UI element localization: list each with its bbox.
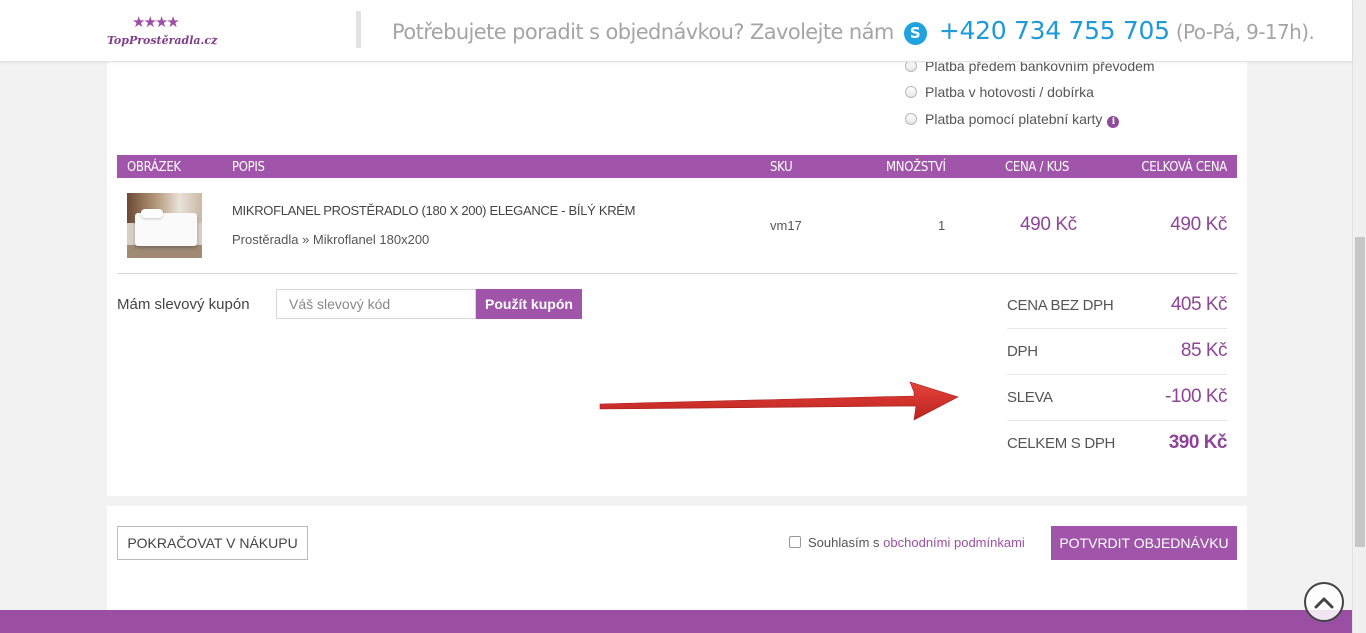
summary-row-discount: SLEVA -100 Kč (1007, 375, 1227, 421)
header-divider (356, 11, 361, 48)
product-sku: vm17 (770, 218, 802, 233)
payment-option-card[interactable]: Platba pomocí platební karty i (905, 111, 1120, 128)
chevron-up-icon (1314, 597, 1334, 609)
summary-total-value: 390 Kč (1168, 432, 1228, 453)
coupon-label: Mám slevový kupón (117, 296, 250, 313)
coupon-input[interactable] (276, 289, 476, 319)
col-header-unit-price: CENA / KUS (1005, 160, 1069, 175)
summary-row-net: CENA BEZ DPH 405 Kč (1007, 283, 1228, 329)
product-total-price: 490 Kč (1170, 214, 1227, 235)
summary-label: SLEVA (1007, 389, 1053, 406)
product-thumbnail[interactable] (127, 193, 202, 258)
agree-prefix: Souhlasím s (808, 535, 880, 550)
phone-prompt: Potřebujete poradit s objednávkou? Zavol… (392, 20, 894, 44)
summary-row-total: CELKEM S DPH 390 Kč (1007, 421, 1228, 467)
product-quantity: 1 (938, 218, 946, 233)
scroll-to-top-button[interactable] (1304, 582, 1344, 622)
scrollbar-thumb[interactable] (1355, 237, 1365, 547)
scrollbar[interactable] (1352, 0, 1366, 633)
logo-stars-icon: ★★★★ (132, 14, 180, 31)
apply-coupon-button[interactable]: Použít kupón (476, 289, 582, 319)
logo-text: TopProstěradla.cz (107, 34, 218, 47)
info-icon[interactable]: i (1107, 116, 1120, 128)
skype-icon[interactable]: S (903, 22, 927, 45)
col-header-image: OBRÁZEK (127, 160, 181, 175)
confirm-order-button[interactable]: POTVRDIT OBJEDNÁVKU (1051, 526, 1237, 560)
col-header-sku: SKU (770, 160, 793, 175)
payment-option-cash-on-delivery[interactable]: Platba v hotovosti / dobírka (905, 84, 1094, 100)
site-header: ★★★★ TopProstěradla.cz Potřebujete porad… (0, 0, 1352, 62)
payment-option-label: Platba v hotovosti / dobírka (925, 84, 1094, 100)
product-name[interactable]: MIKROFLANEL PROSTĚRADLO (180 X 200) ELEG… (232, 203, 635, 218)
summary-value: 405 Kč (1170, 294, 1228, 315)
radio-button[interactable] (905, 113, 917, 125)
summary-label: CENA BEZ DPH (1007, 297, 1114, 314)
summary-value: 85 Kč (1180, 340, 1228, 361)
product-unit-price: 490 Kč (1020, 214, 1077, 235)
summary-label: DPH (1007, 343, 1038, 360)
footer-bar (0, 610, 1352, 633)
red-arrow-icon (599, 381, 959, 421)
table-divider (117, 273, 1237, 274)
continue-shopping-button[interactable]: POKRAČOVAT V NÁKUPU (117, 526, 308, 560)
terms-link[interactable]: obchodními podmínkami (883, 535, 1025, 550)
col-header-quantity: MNOŽSTVÍ (886, 160, 946, 175)
product-category[interactable]: Prostěradla » Mikroflanel 180x200 (232, 232, 429, 247)
site-logo[interactable]: ★★★★ TopProstěradla.cz (106, 14, 218, 51)
radio-button[interactable] (905, 86, 917, 98)
phone-number[interactable]: +420 734 755 705 (939, 16, 1170, 45)
summary-row-vat: DPH 85 Kč (1007, 329, 1228, 375)
payment-option-label: Platba pomocí platební karty (925, 111, 1103, 127)
phone-hours: (Po-Pá, 9-17h). (1175, 20, 1315, 44)
terms-checkbox[interactable] (789, 536, 801, 548)
phone-contact: Potřebujete poradit s objednávkou? Zavol… (392, 16, 1315, 45)
col-header-total-price: CELKOVÁ CENA (1141, 160, 1227, 175)
terms-agreement[interactable]: Souhlasím s obchodními podmínkami (789, 535, 1025, 550)
col-header-description: POPIS (232, 160, 265, 175)
summary-label: CELKEM S DPH (1007, 435, 1116, 452)
summary-value: -100 Kč (1165, 386, 1227, 407)
cart-table-header: OBRÁZEK POPIS SKU MNOŽSTVÍ CENA / KUS CE… (117, 155, 1237, 178)
